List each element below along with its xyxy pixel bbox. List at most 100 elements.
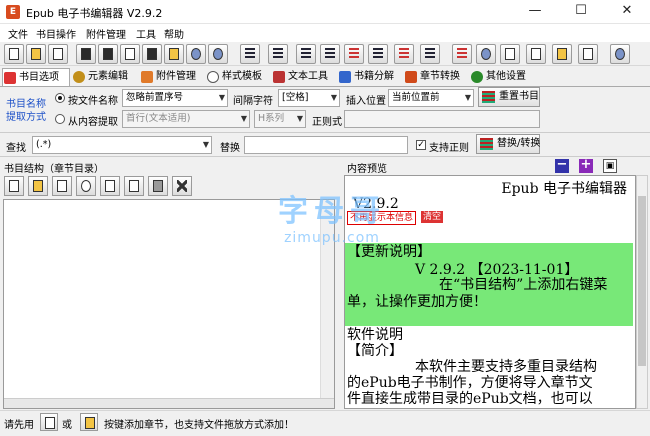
zoom-in-button[interactable]: + xyxy=(579,158,593,173)
new-file-icon[interactable] xyxy=(4,44,24,64)
maximize-button[interactable]: ☐ xyxy=(558,0,604,24)
intro-header: 【简介】 xyxy=(347,343,403,359)
toolbar xyxy=(0,42,650,66)
menu-help[interactable]: 帮助 xyxy=(164,26,184,41)
card-alt-icon[interactable] xyxy=(526,44,546,64)
add-chapter-icon[interactable] xyxy=(4,176,24,196)
new-page-icon[interactable] xyxy=(52,176,72,196)
window-title: Epub 电子书编辑器 V2.9.2 xyxy=(26,7,163,20)
window-icon[interactable] xyxy=(552,44,572,64)
separator-select[interactable]: [空格] ▼ xyxy=(278,89,340,107)
replace-icon[interactable] xyxy=(186,44,206,64)
tab-chapter-convert[interactable]: 章节转换 xyxy=(404,68,460,86)
tab-book-options[interactable]: 书目选项 xyxy=(2,68,70,86)
find-input[interactable]: (.*) ▼ xyxy=(32,136,212,154)
convert-icon xyxy=(405,71,417,83)
open-folder-icon[interactable] xyxy=(26,44,46,64)
indent-icon[interactable] xyxy=(320,44,340,64)
tab-attachment[interactable]: 附件管理 xyxy=(140,68,196,86)
trash-icon[interactable] xyxy=(148,176,168,196)
order-select[interactable]: 忽略前置序号 ▼ xyxy=(122,89,228,107)
tab-style-template[interactable]: 样式模板 xyxy=(206,68,262,86)
status-middle: 或 xyxy=(62,420,72,431)
clear-button[interactable]: 清空 xyxy=(421,211,444,223)
replace-label: 替换 xyxy=(220,143,240,154)
update-line: 在“书目结构”上添加右键菜 xyxy=(439,277,608,293)
update-notes-block: 【更新说明】 V 2.9.2 【2023-11-01】 在“书目结构”上添加右键… xyxy=(345,243,633,326)
insert-position-select[interactable]: 当前位置前 ▼ xyxy=(388,89,474,107)
code-icon[interactable] xyxy=(578,44,598,64)
star-icon xyxy=(73,71,85,83)
outline-icon[interactable] xyxy=(420,44,440,64)
preview-mode-icon[interactable]: ▣ xyxy=(603,159,617,173)
status-prefix: 请先用 xyxy=(4,420,34,431)
radio-content-label: 从内容提取 xyxy=(68,117,118,128)
title-bar: E Epub 电子书编辑器 V2.9.2 — ☐ ✕ xyxy=(0,0,650,24)
list-alt-icon[interactable] xyxy=(268,44,288,64)
minimize-button[interactable]: — xyxy=(512,0,558,24)
zoom-out-button[interactable]: − xyxy=(555,158,569,173)
save-icon[interactable] xyxy=(98,44,118,64)
extract-method-label: 提取方式 xyxy=(6,112,46,123)
first-line-select[interactable]: 首行(文本适用) ▼ xyxy=(122,110,250,128)
add-folder-icon[interactable] xyxy=(28,176,48,196)
zoom-icon[interactable] xyxy=(476,44,496,64)
app-logo-icon: E xyxy=(6,5,20,19)
save-as-icon[interactable] xyxy=(120,44,140,64)
tab-text-tools[interactable]: 文本工具 xyxy=(272,68,328,86)
h-series-select[interactable]: H系列 ▼ xyxy=(254,110,306,128)
find-label: 查找 xyxy=(6,143,26,154)
align-icon[interactable] xyxy=(296,44,316,64)
format-icon[interactable] xyxy=(368,44,388,64)
menu-bar: 文件 书目操作 附件管理 工具 帮助 xyxy=(0,24,650,42)
replace-convert-button[interactable]: 替换/转换 xyxy=(476,134,540,154)
arrow-right-icon[interactable] xyxy=(100,176,120,196)
radio-by-filename[interactable] xyxy=(55,93,65,103)
menu-book-ops[interactable]: 书目操作 xyxy=(36,26,76,41)
close-button[interactable]: ✕ xyxy=(604,0,650,24)
preview-scroll-thumb[interactable] xyxy=(638,196,646,366)
left-hscrollbar[interactable] xyxy=(4,398,334,408)
card-icon[interactable] xyxy=(500,44,520,64)
bullet-icon[interactable] xyxy=(394,44,414,64)
radio-from-content[interactable] xyxy=(55,114,65,124)
regex-label: 正则式 xyxy=(312,117,342,128)
regex-checkbox-label: 支持正则 xyxy=(429,143,469,154)
move-icon[interactable] xyxy=(76,176,96,196)
menu-file[interactable]: 文件 xyxy=(8,26,28,41)
add-chapter-icon xyxy=(40,413,58,431)
arrow-left-icon[interactable] xyxy=(124,176,144,196)
numbered-list-icon[interactable] xyxy=(344,44,364,64)
tag-icon xyxy=(4,72,16,84)
preview-title: 内容预览 xyxy=(347,164,387,175)
export-icon[interactable] xyxy=(142,44,162,64)
chat-bubble-icon[interactable] xyxy=(208,44,228,64)
add-folder-icon xyxy=(80,413,98,431)
tools-icon[interactable] xyxy=(172,176,192,196)
tab-other-settings[interactable]: 其他设置 xyxy=(470,68,526,86)
tab-book-split[interactable]: 书籍分解 xyxy=(338,68,394,86)
replace-input[interactable] xyxy=(244,136,408,154)
radio-filename-label: 按文件名称 xyxy=(68,96,118,107)
status-bar: 请先用 或 按键添加章节，也支持文件拖放方式添加！ xyxy=(0,410,650,436)
book-icon[interactable] xyxy=(452,44,472,64)
divider xyxy=(0,132,650,133)
reset-book-button[interactable]: 重置书目 xyxy=(478,87,540,107)
find-icon[interactable] xyxy=(164,44,184,64)
tab-element-edit[interactable]: 元素编辑 xyxy=(72,68,128,86)
open-icon[interactable] xyxy=(76,44,96,64)
regex-checkbox[interactable]: ✓ xyxy=(416,140,426,150)
status-suffix: 按键添加章节，也支持文件拖放方式添加！ xyxy=(104,420,294,431)
menu-attachments[interactable]: 附件管理 xyxy=(86,26,126,41)
new-doc-icon[interactable] xyxy=(48,44,68,64)
update-line: 单，让操作更加方便！ xyxy=(347,294,487,310)
preview-brand: Epub 电子书编辑器 xyxy=(501,181,627,197)
gear-icon xyxy=(471,71,483,83)
speech-icon[interactable] xyxy=(610,44,630,64)
menu-tools[interactable]: 工具 xyxy=(136,26,156,41)
watermark: 字母哥 zimupu.com xyxy=(278,194,386,246)
list-icon[interactable] xyxy=(240,44,260,64)
clock-icon xyxy=(207,71,219,83)
regex-input[interactable] xyxy=(344,110,540,128)
intro-line: 件直接生成带目录的ePub文档，也可以 xyxy=(347,391,593,407)
